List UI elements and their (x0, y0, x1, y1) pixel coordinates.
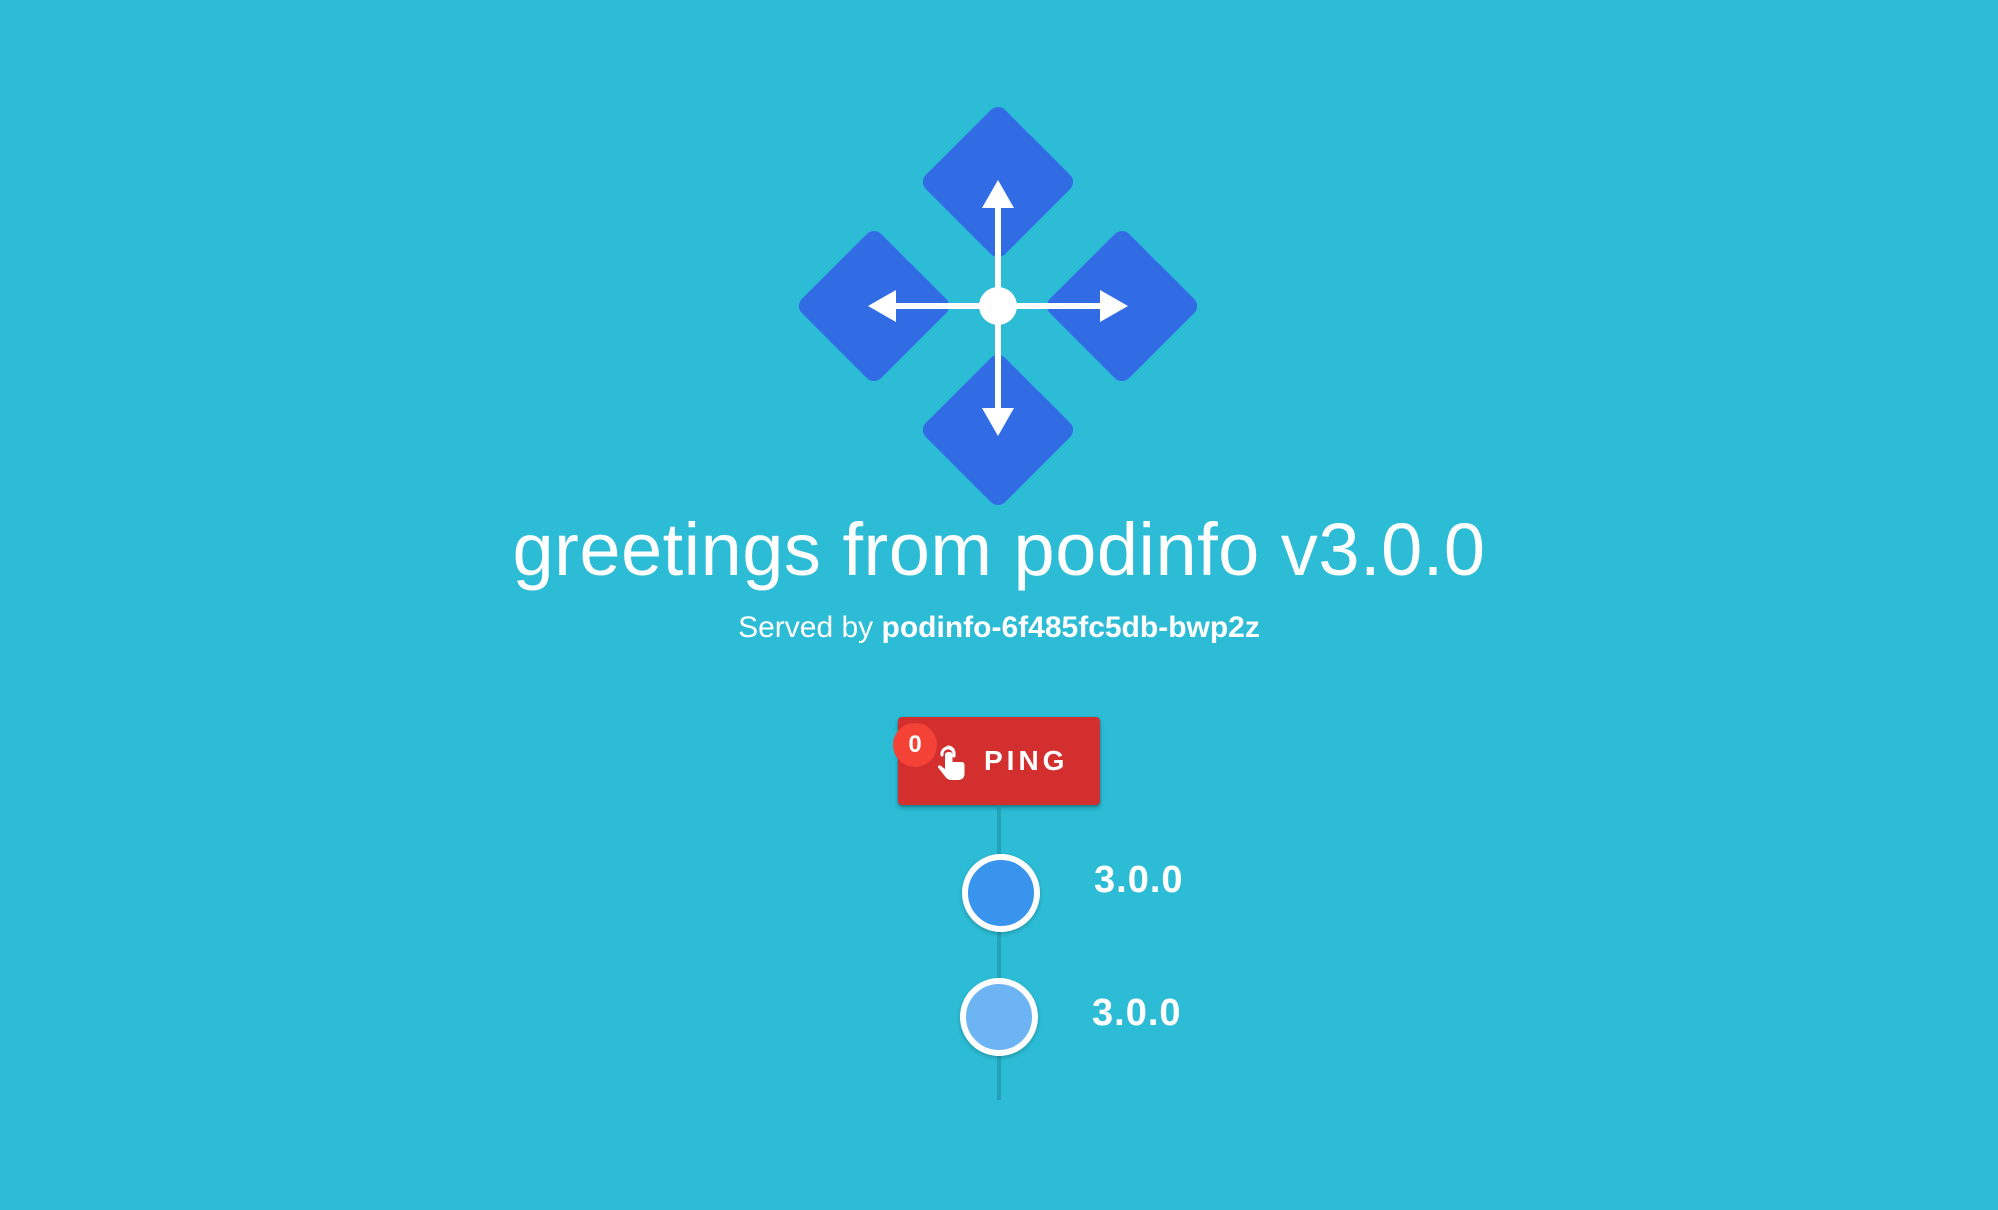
timeline-dot (960, 978, 1038, 1056)
served-by-label: Served by (738, 611, 874, 644)
podinfo-page: greetings from podinfo v3.0.0 Served by … (0, 0, 1998, 1210)
served-by-line: Served by podinfo-6f485fc5db-bwp2z (0, 608, 1998, 648)
timeline-dot (962, 854, 1040, 932)
pod-hostname: podinfo-6f485fc5db-bwp2z (881, 611, 1260, 644)
timeline-version: 3.0.0 (1094, 859, 1184, 901)
page-title: greetings from podinfo v3.0.0 (512, 508, 1486, 591)
ping-count-badge: 0 (893, 723, 937, 767)
ping-button-label: PING (984, 745, 1069, 776)
podinfo-logo-icon (798, 106, 1198, 506)
timeline-version: 3.0.0 (1092, 992, 1182, 1034)
touch-app-icon (937, 745, 965, 780)
